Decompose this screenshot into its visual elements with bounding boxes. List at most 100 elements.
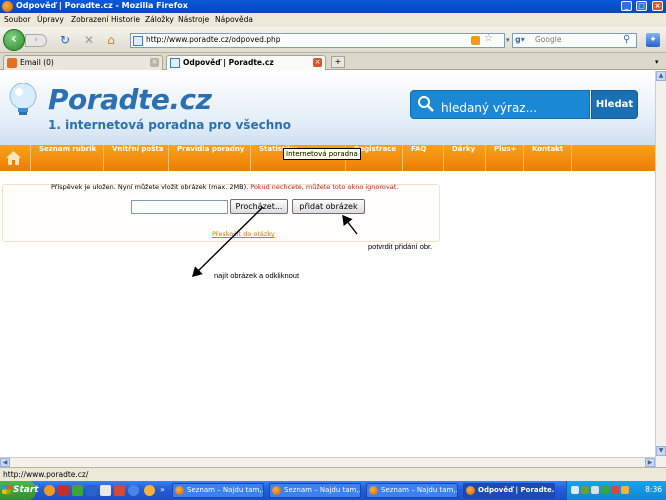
- site-search-field[interactable]: hledaný výraz...: [410, 90, 590, 119]
- poradte-tab-icon: [170, 58, 180, 68]
- maximize-button[interactable]: □: [636, 1, 647, 11]
- tab-label: Email (0): [20, 58, 54, 67]
- taskbar-window-odpoved[interactable]: Odpověď | Poradte...: [463, 483, 555, 498]
- quicklaunch-app-icon[interactable]: [114, 485, 125, 496]
- task-label: Seznam – Najdu tam,...: [284, 486, 361, 494]
- taskbar: Start » Seznam – Najdu tam,... Seznam – …: [0, 481, 666, 500]
- forward-button[interactable]: ›: [25, 34, 47, 47]
- firefox-task-icon: [272, 486, 281, 495]
- window-title: Odpověď | Poradte.cz - Mozilla Firefox: [16, 1, 188, 10]
- windows-flag-icon: [2, 485, 11, 494]
- home-icon[interactable]: [5, 150, 22, 166]
- add-image-button[interactable]: přidat obrázek: [292, 199, 365, 214]
- quicklaunch-firefox-icon[interactable]: [44, 485, 55, 496]
- taskbar-window-seznam-2[interactable]: Seznam – Najdu tam,...: [269, 483, 361, 498]
- site-logo[interactable]: Poradte.cz: [48, 83, 212, 116]
- quicklaunch-app-icon[interactable]: [72, 485, 83, 496]
- upload-message-warning: Pokud nechcete, můžete toto okno ignorov…: [250, 183, 399, 191]
- stop-icon[interactable]: ✕: [82, 33, 96, 47]
- site-search: hledaný výraz... Hledat: [410, 90, 638, 119]
- addon-icon[interactable]: ✦: [646, 33, 660, 47]
- annotation-confirm: potvrdit přidání obr.: [368, 242, 433, 251]
- upload-message: Příspěvek je uložen. Nyní můžete vložit …: [51, 183, 398, 191]
- firefox-icon: [2, 1, 13, 12]
- scroll-up-icon[interactable]: ▲: [656, 71, 666, 81]
- quicklaunch-ie-icon[interactable]: [128, 485, 139, 496]
- skip-to-question-link[interactable]: Přeskočit do otázky: [212, 230, 275, 238]
- menu-nastroje[interactable]: Nástroje: [178, 15, 209, 24]
- clock: 8:36: [645, 485, 662, 494]
- tray-app-icon[interactable]: [581, 486, 589, 494]
- tray-network-icon[interactable]: [571, 486, 579, 494]
- nav-pravidla-poradny[interactable]: Pravidla poradny: [168, 145, 244, 171]
- url-bar[interactable]: ☆: [130, 33, 505, 48]
- menu-upravy[interactable]: Úpravy: [37, 15, 64, 24]
- quicklaunch-app-icon[interactable]: [100, 485, 111, 496]
- status-bar: http://www.poradte.cz/: [0, 467, 666, 481]
- tab-close-icon[interactable]: ×: [313, 58, 322, 67]
- menu-soubor[interactable]: Soubor: [4, 15, 31, 24]
- minimize-button[interactable]: _: [621, 1, 632, 11]
- url-input[interactable]: [146, 35, 446, 44]
- google-engine-icon[interactable]: g▾: [515, 35, 531, 46]
- site-tagline: 1. internetová poradna pro všechno: [48, 118, 292, 132]
- site-header: Poradte.cz 1. internetová poradna pro vš…: [0, 71, 655, 145]
- scroll-left-icon[interactable]: ◀: [0, 458, 10, 467]
- tray-app-icon[interactable]: [601, 486, 609, 494]
- navigation-toolbar: ‹ › ↻ ✕ ⌂ ☆ ▾ g▾ ⚲ ✦: [0, 27, 666, 53]
- taskbar-window-seznam-3[interactable]: Seznam – Najdu tam,...: [366, 483, 458, 498]
- start-button[interactable]: Start: [0, 481, 39, 500]
- reload-icon[interactable]: ↻: [58, 33, 72, 47]
- new-tab-button[interactable]: +: [331, 56, 345, 68]
- close-button[interactable]: ×: [652, 1, 663, 11]
- home-icon[interactable]: ⌂: [104, 33, 118, 47]
- back-button[interactable]: ‹: [3, 29, 25, 51]
- nav-kontakt[interactable]: Kontakt: [523, 145, 573, 171]
- menu-bar: Soubor Úpravy Zobrazení Historie Záložky…: [0, 13, 666, 27]
- status-text: http://www.poradte.cz/: [3, 470, 89, 479]
- menu-zobrazeni[interactable]: Zobrazení: [71, 15, 109, 24]
- menu-historie[interactable]: Historie: [111, 15, 140, 24]
- file-path-input[interactable]: [131, 200, 228, 214]
- task-label: Seznam – Najdu tam,...: [187, 486, 264, 494]
- quicklaunch-firefox-icon[interactable]: [144, 485, 155, 496]
- search-input[interactable]: [535, 35, 620, 44]
- tab-bar: Email (0) × Odpověď | Poradte.cz × + ▾: [0, 53, 666, 70]
- quicklaunch-app-icon[interactable]: [58, 485, 69, 496]
- url-dropdown-icon[interactable]: ▾: [506, 36, 510, 44]
- tray-volume-icon[interactable]: [621, 486, 629, 494]
- rss-icon[interactable]: [471, 36, 480, 45]
- tab-list-icon[interactable]: ▾: [655, 58, 659, 66]
- tray-app-icon[interactable]: [611, 486, 619, 494]
- scroll-down-icon[interactable]: ▼: [656, 446, 666, 456]
- title-bar: Odpověď | Poradte.cz - Mozilla Firefox _…: [0, 0, 666, 13]
- taskbar-window-seznam-1[interactable]: Seznam – Najdu tam,...: [172, 483, 264, 498]
- menu-napoveda[interactable]: Nápověda: [215, 15, 253, 24]
- nav-seznam-rubrik[interactable]: Seznam rubrik: [30, 145, 96, 171]
- firefox-task-icon: [466, 486, 475, 495]
- quicklaunch-more-icon[interactable]: »: [160, 485, 165, 494]
- browse-button[interactable]: Procházet...: [230, 199, 288, 214]
- search-icon[interactable]: ⚲: [623, 34, 630, 45]
- tab-email[interactable]: Email (0) ×: [3, 55, 163, 70]
- tab-odpoved[interactable]: Odpověď | Poradte.cz ×: [166, 55, 326, 70]
- quicklaunch-app-icon[interactable]: [86, 485, 97, 496]
- menu-zalozky[interactable]: Záložky: [145, 15, 174, 24]
- nav-darky[interactable]: Dárky: [443, 145, 475, 171]
- search-bar[interactable]: g▾ ⚲: [512, 33, 637, 48]
- vertical-scrollbar[interactable]: ▲ ▼: [655, 71, 666, 467]
- tab-close-icon[interactable]: ×: [150, 58, 159, 67]
- tray-app-icon[interactable]: [591, 486, 599, 494]
- nav-faq[interactable]: FAQ: [402, 145, 426, 171]
- nav-vnitrni-posta[interactable]: Vnitřní pošta: [103, 145, 163, 171]
- scroll-right-icon[interactable]: ▶: [645, 458, 655, 467]
- horizontal-scrollbar[interactable]: ◀ ▶: [0, 457, 655, 467]
- site-search-button[interactable]: Hledat: [591, 90, 638, 119]
- nav-plus[interactable]: Plus+: [485, 145, 517, 171]
- magnifier-icon: [418, 96, 434, 112]
- firefox-task-icon: [369, 486, 378, 495]
- lightbulb-icon: [9, 83, 37, 115]
- bookmark-star-icon[interactable]: ☆: [484, 33, 493, 44]
- site-favicon-icon: [133, 36, 143, 46]
- tooltip: Internetová poradna: [283, 148, 361, 160]
